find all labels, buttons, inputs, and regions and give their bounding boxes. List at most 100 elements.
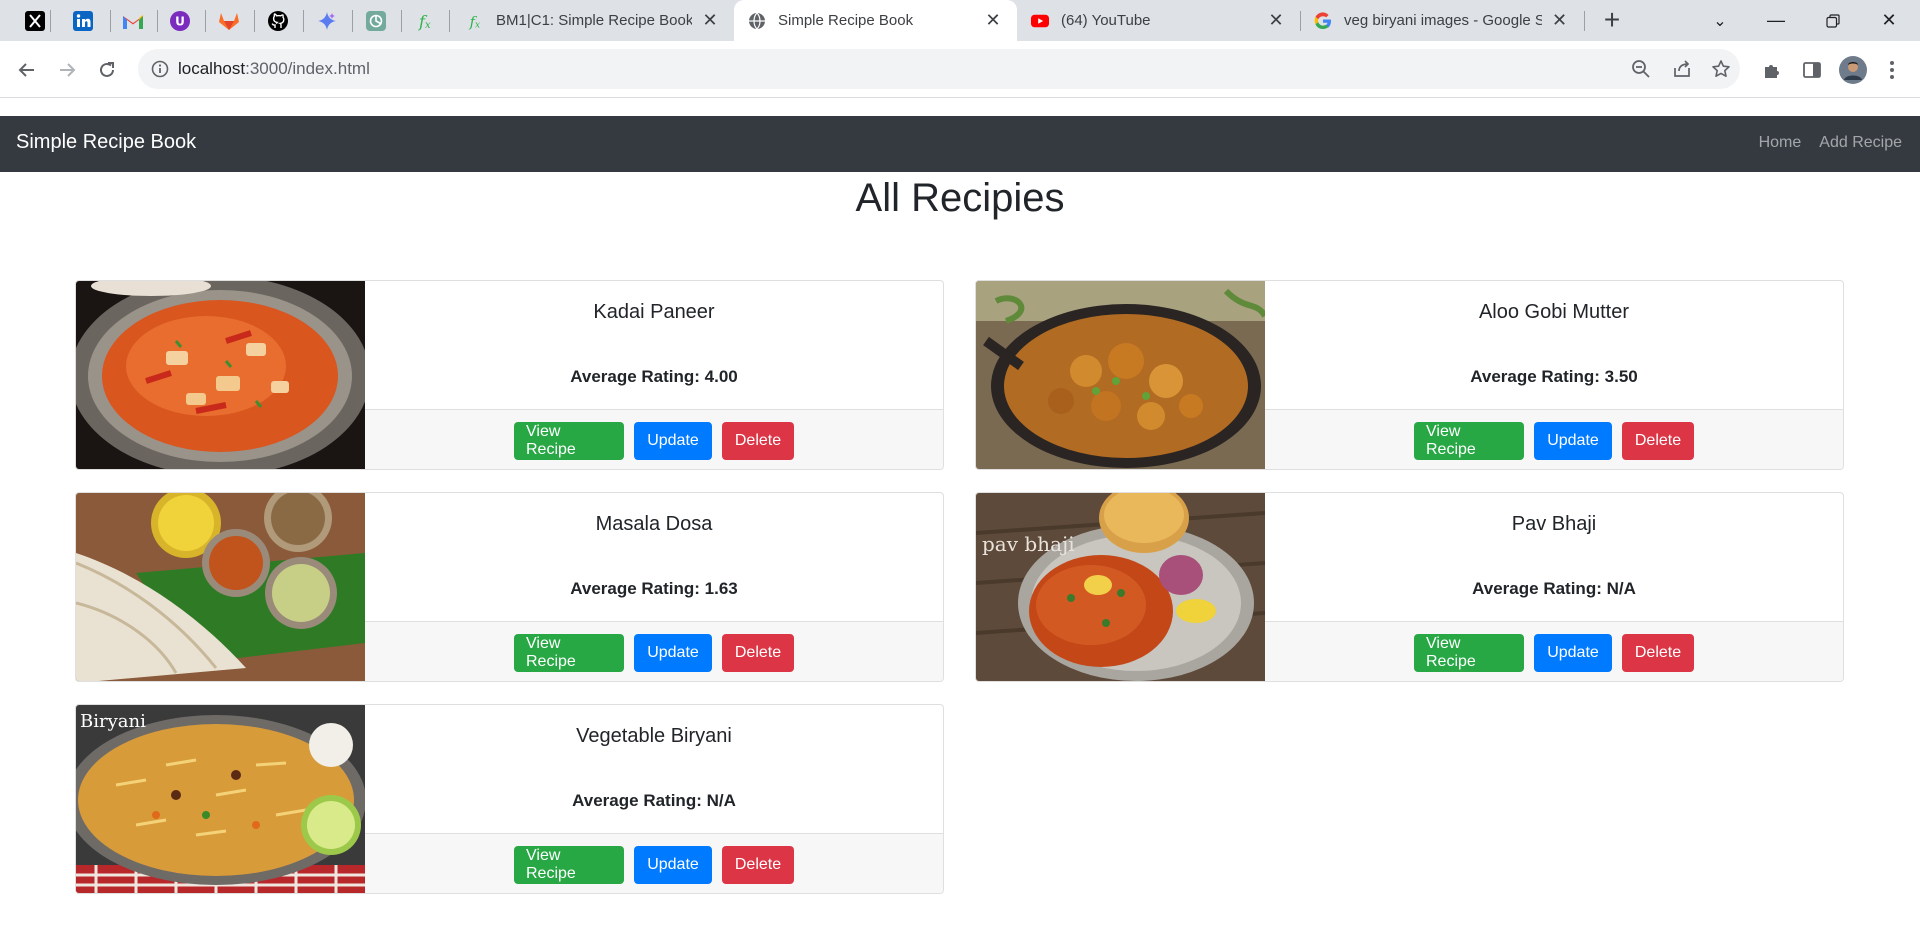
view-recipe-button[interactable]: View Recipe: [514, 633, 624, 672]
svg-text:x: x: [475, 20, 480, 30]
recipe-rating: Average Rating: 1.63: [570, 579, 738, 598]
recipe-name: Kadai Paneer: [593, 301, 715, 323]
page-viewport: Simple Recipe Book Home Add Recipe All R…: [0, 99, 1920, 949]
fx-icon[interactable]: fx: [412, 8, 438, 34]
recipe-card: Kadai Paneer Average Rating: 4.00 View R…: [75, 280, 944, 470]
update-button[interactable]: Update: [634, 421, 712, 460]
recipe-rating: Average Rating: N/A: [572, 791, 736, 810]
pav-bhaji-image-caption: pav bhaji: [982, 532, 1075, 556]
youtube-icon: [1031, 12, 1049, 30]
fx-icon: fx: [466, 12, 484, 30]
forward-arrow-icon[interactable]: [50, 53, 84, 87]
close-icon[interactable]: ✕: [983, 10, 1003, 31]
recipe-name: Masala Dosa: [595, 513, 713, 535]
tab-title: veg biryani images - Google Se: [1344, 12, 1543, 29]
url-host: localhost: [178, 59, 246, 78]
delete-button[interactable]: Delete: [722, 845, 794, 884]
recipe-name: Vegetable Biryani: [576, 725, 732, 747]
svg-text:U: U: [175, 15, 185, 29]
tab-google-search[interactable]: veg biryani images - Google Se ✕: [1300, 0, 1583, 41]
tab-search-chevron-icon[interactable]: ⌄: [1697, 0, 1743, 41]
chatgpt-icon[interactable]: [363, 8, 389, 34]
aloo-gobi-mutter-image: [976, 281, 1265, 469]
recipe-card: Aloo Gobi Mutter Average Rating: 3.50 Vi…: [975, 280, 1844, 470]
tab-simple-recipe-book[interactable]: Simple Recipe Book ✕: [734, 0, 1017, 41]
github-icon[interactable]: [265, 8, 291, 34]
browser-tab-strip: U fx fx BM1|C1: Simple Recipe Book ✕ Sim…: [0, 0, 1920, 41]
url-path: :3000/index.html: [245, 59, 370, 78]
gmail-icon[interactable]: [120, 8, 146, 34]
gemini-icon[interactable]: [314, 8, 340, 34]
recipe-rating: Average Rating: N/A: [1472, 579, 1636, 598]
recipe-card-footer: View Recipe Update Delete: [365, 621, 943, 681]
u-extension-icon[interactable]: U: [167, 8, 193, 34]
tab-title: (64) YouTube: [1061, 12, 1151, 29]
recipe-card-body: Kadai Paneer Average Rating: 4.00: [365, 281, 943, 409]
recipe-card-body: Aloo Gobi Mutter Average Rating: 3.50: [1265, 281, 1843, 409]
view-recipe-button[interactable]: View Recipe: [514, 845, 624, 884]
app-navbar: Simple Recipe Book Home Add Recipe: [0, 116, 1920, 172]
pav-bhaji-image: pav bhaji: [976, 493, 1265, 681]
tab-title: BM1|C1: Simple Recipe Book: [496, 12, 693, 29]
nav-link-home[interactable]: Home: [1759, 134, 1802, 152]
recipe-name: Aloo Gobi Mutter: [1478, 301, 1630, 323]
biryani-image-caption: Biryani: [80, 711, 146, 732]
recipe-card-footer: View Recipe Update Delete: [1265, 621, 1843, 681]
close-window-icon[interactable]: ✕: [1866, 0, 1912, 41]
recipe-card-footer: View Recipe Update Delete: [1265, 409, 1843, 469]
update-button[interactable]: Update: [634, 845, 712, 884]
browser-toolbar: localhost:3000/index.html: [0, 41, 1920, 98]
new-tab-button[interactable]: +: [1597, 6, 1627, 36]
globe-icon: [748, 12, 766, 30]
minimize-icon[interactable]: —: [1753, 0, 1799, 41]
close-icon[interactable]: ✕: [1266, 10, 1286, 31]
site-info-icon[interactable]: [150, 59, 170, 79]
update-button[interactable]: Update: [1534, 633, 1612, 672]
recipe-card-footer: View Recipe Update Delete: [365, 409, 943, 469]
view-recipe-button[interactable]: View Recipe: [1414, 421, 1524, 460]
gitlab-icon[interactable]: [216, 8, 242, 34]
update-button[interactable]: Update: [634, 633, 712, 672]
delete-button[interactable]: Delete: [1622, 633, 1694, 672]
view-recipe-button[interactable]: View Recipe: [1414, 633, 1524, 672]
recipe-card-body: Pav Bhaji Average Rating: N/A: [1265, 493, 1843, 621]
recipe-rating: Average Rating: 3.50: [1470, 367, 1638, 386]
side-panel-icon[interactable]: [1800, 58, 1824, 82]
share-icon[interactable]: [1671, 58, 1693, 80]
tab-recipe-book-exercise[interactable]: fx BM1|C1: Simple Recipe Book ✕: [452, 0, 734, 41]
url-text: localhost:3000/index.html: [178, 59, 370, 79]
update-button[interactable]: Update: [1534, 421, 1612, 460]
more-vert-icon[interactable]: [1880, 58, 1904, 82]
tab-youtube[interactable]: (64) YouTube ✕: [1017, 0, 1300, 41]
recipe-card: Masala Dosa Average Rating: 1.63 View Re…: [75, 492, 944, 682]
tab-title: Simple Recipe Book: [778, 12, 914, 29]
delete-button[interactable]: Delete: [722, 421, 794, 460]
restore-icon[interactable]: [1810, 0, 1856, 41]
star-icon[interactable]: [1710, 58, 1732, 80]
delete-button[interactable]: Delete: [722, 633, 794, 672]
recipe-card-body: Vegetable Biryani Average Rating: N/A: [365, 705, 943, 833]
x-twitter-icon[interactable]: [22, 8, 48, 34]
view-recipe-button[interactable]: View Recipe: [514, 421, 624, 460]
kadai-paneer-image: [76, 281, 365, 469]
recipe-card: Biryani Vegetable Biryani Average Rating…: [75, 704, 944, 894]
nav-link-add-recipe[interactable]: Add Recipe: [1819, 134, 1902, 152]
recipe-name: Pav Bhaji: [1511, 513, 1597, 535]
svg-text:x: x: [425, 20, 431, 31]
navbar-brand[interactable]: Simple Recipe Book: [16, 131, 196, 154]
masala-dosa-image: [76, 493, 365, 681]
avatar[interactable]: [1839, 56, 1867, 84]
back-arrow-icon[interactable]: [10, 53, 44, 87]
vegetable-biryani-image: Biryani: [76, 705, 365, 893]
address-bar[interactable]: localhost:3000/index.html: [138, 49, 1740, 89]
recipe-card-body: Masala Dosa Average Rating: 1.63: [365, 493, 943, 621]
zoom-icon[interactable]: [1630, 58, 1652, 80]
recipe-rating: Average Rating: 4.00: [570, 367, 738, 386]
reload-icon[interactable]: [90, 53, 124, 87]
extensions-puzzle-icon[interactable]: [1760, 58, 1784, 82]
delete-button[interactable]: Delete: [1622, 421, 1694, 460]
linkedin-icon[interactable]: [70, 8, 96, 34]
close-icon[interactable]: ✕: [700, 10, 720, 31]
page-title: All Recipies: [855, 176, 1065, 220]
close-icon[interactable]: ✕: [1550, 10, 1569, 31]
